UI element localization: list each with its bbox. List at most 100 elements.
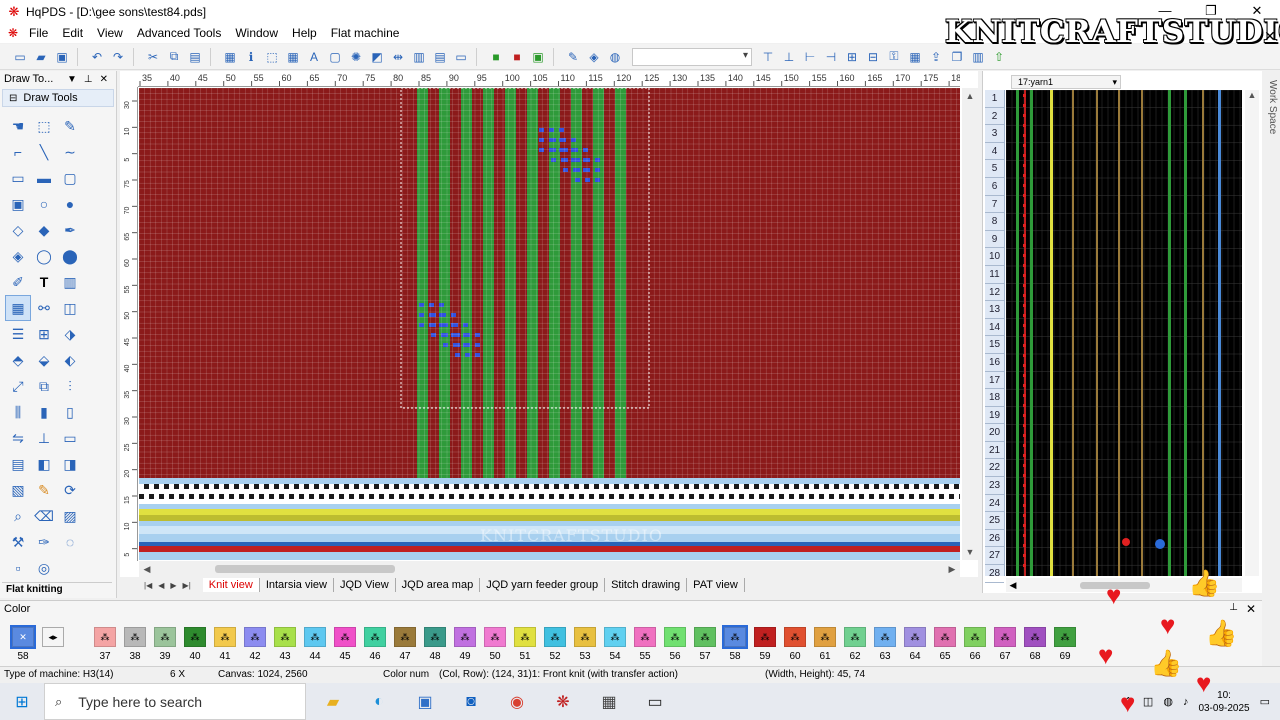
image-icon[interactable]: ▨ bbox=[57, 503, 83, 529]
color-chip[interactable]: ⁂ bbox=[994, 627, 1016, 647]
color-chip[interactable]: ⁂ bbox=[1054, 627, 1076, 647]
color-chip[interactable]: ⁂ bbox=[934, 627, 956, 647]
diamond-fill-icon[interactable]: ◆ bbox=[31, 217, 57, 243]
rows-icon[interactable]: ☰ bbox=[5, 321, 31, 347]
menu-file[interactable]: File bbox=[22, 23, 55, 43]
fill-icon[interactable]: ◈ bbox=[584, 47, 604, 67]
color-swatch[interactable]: ⁂ 69 bbox=[1050, 627, 1080, 667]
stamp3-icon[interactable]: ⬖ bbox=[57, 347, 83, 373]
color-swatch[interactable]: ⁂ 56 bbox=[660, 627, 690, 667]
picture-icon[interactable]: ▧ bbox=[5, 477, 31, 503]
grid-icon[interactable]: ▦ bbox=[220, 47, 240, 67]
color-swatch[interactable]: ⁂ 68 bbox=[1020, 627, 1050, 667]
distribute-icon[interactable]: ⊟ bbox=[863, 47, 883, 67]
scroll-left-icon[interactable]: ◀ bbox=[139, 564, 155, 575]
undo-icon[interactable]: ↶ bbox=[87, 47, 107, 67]
scroll-right-icon[interactable]: ▶ bbox=[944, 564, 960, 575]
columns-icon[interactable]: ▥ bbox=[57, 269, 83, 295]
stitch-grid[interactable] bbox=[139, 88, 960, 560]
scroll-down-icon[interactable]: ▼ bbox=[962, 544, 978, 560]
color-chip[interactable]: ⁂ bbox=[784, 627, 806, 647]
diamond-icon[interactable]: ◇ bbox=[5, 217, 31, 243]
panel-close-icon[interactable]: ✕ bbox=[100, 74, 108, 85]
stitch-grid-svg[interactable] bbox=[139, 88, 960, 560]
copy-icon[interactable]: ⧉ bbox=[164, 47, 184, 67]
select-rect-icon[interactable]: ⬚ bbox=[31, 113, 57, 139]
color-swatch[interactable]: ⁂ 48 bbox=[420, 627, 450, 667]
color-swatch[interactable]: ⁂ 62 bbox=[840, 627, 870, 667]
color-chip[interactable]: ⁂ bbox=[634, 627, 656, 647]
color-pick-icon[interactable]: ◩ bbox=[367, 47, 387, 67]
cycle-icon[interactable]: ⟳ bbox=[57, 477, 83, 503]
calculator-icon[interactable]: ▦ bbox=[586, 683, 632, 720]
color-chip[interactable]: ⁂ bbox=[544, 627, 566, 647]
language-icon[interactable]: ◍ bbox=[1163, 695, 1173, 708]
tab-jqd-yarn-feeder-group[interactable]: JQD yarn feeder group bbox=[480, 578, 606, 592]
panel2-icon[interactable]: ◧ bbox=[31, 451, 57, 477]
pen2-icon[interactable]: ✑ bbox=[31, 529, 57, 555]
grid-select-icon[interactable]: ▦ bbox=[283, 47, 303, 67]
volume-icon[interactable]: ♪ bbox=[1183, 696, 1189, 708]
collapse-icon[interactable]: ⊟ bbox=[9, 93, 17, 104]
tab-intarsia-view[interactable]: Intarsia view bbox=[260, 578, 334, 592]
align-center-icon[interactable]: ⊞ bbox=[842, 47, 862, 67]
gear-icon[interactable]: ✺ bbox=[346, 47, 366, 67]
yarn-vertical-scrollbar[interactable]: ▲ bbox=[1245, 90, 1259, 576]
color-chip[interactable]: ⁂ bbox=[244, 627, 266, 647]
align-bottom-icon[interactable]: ⊥ bbox=[779, 47, 799, 67]
panel3-icon[interactable]: ◨ bbox=[57, 451, 83, 477]
polyline-icon[interactable]: ⌐ bbox=[5, 139, 31, 165]
tab-pat-view[interactable]: PAT view bbox=[687, 578, 745, 592]
edge-icon[interactable]: ◐ bbox=[356, 683, 402, 720]
tab-jqd-view[interactable]: JQD View bbox=[334, 578, 396, 592]
color-swatch[interactable]: ⁂ 37 bbox=[90, 627, 120, 667]
color-chip[interactable]: ⁂ bbox=[1024, 627, 1046, 647]
target-icon[interactable]: ◎ bbox=[31, 555, 57, 581]
save-icon[interactable]: ▣ bbox=[52, 47, 72, 67]
canvas-vertical-scrollbar[interactable]: ▲ ▼ bbox=[962, 88, 978, 560]
draw-tools-group[interactable]: ⊟ Draw Tools bbox=[2, 89, 114, 107]
fill-shape-icon[interactable]: ◈ bbox=[5, 243, 31, 269]
store-icon[interactable]: ▣ bbox=[402, 683, 448, 720]
distribute-tool-icon[interactable]: ⫶ bbox=[57, 373, 83, 399]
color-chip[interactable]: ⁂ bbox=[394, 627, 416, 647]
color-swatch[interactable]: ⁂ 65 bbox=[930, 627, 960, 667]
redo-icon[interactable]: ↷ bbox=[108, 47, 128, 67]
mirror-icon[interactable]: ⇋ bbox=[5, 425, 31, 451]
export-icon[interactable]: ⇪ bbox=[926, 47, 946, 67]
menu-window[interactable]: Window bbox=[228, 23, 285, 43]
open-icon[interactable]: ▰ bbox=[31, 47, 51, 67]
color-chip[interactable]: ⁂ bbox=[184, 627, 206, 647]
lock-icon[interactable]: ⚿ bbox=[884, 47, 904, 67]
selected-color[interactable]: ✕ 58 bbox=[8, 625, 38, 667]
color-swatch[interactable]: ⁂ 46 bbox=[360, 627, 390, 667]
prev-tab-icon[interactable]: ◀ bbox=[158, 581, 164, 590]
bar-chart-icon[interactable]: ▮ bbox=[31, 399, 57, 425]
menu-edit[interactable]: Edit bbox=[55, 23, 90, 43]
select-icon[interactable]: ⬚ bbox=[262, 47, 282, 67]
round-rect-icon[interactable]: ▢ bbox=[57, 165, 83, 191]
scroll-thumb[interactable] bbox=[215, 565, 395, 573]
align-top-icon[interactable]: ⊤ bbox=[758, 47, 778, 67]
brush-icon[interactable]: ✐ bbox=[5, 269, 31, 295]
flat-knitting-group[interactable]: Flat knitting bbox=[2, 582, 112, 596]
brush2-icon[interactable]: ⚒ bbox=[5, 529, 31, 555]
pin-icon[interactable]: ⊥ bbox=[1229, 602, 1238, 613]
color-swatch[interactable]: ⁂ 66 bbox=[960, 627, 990, 667]
color-swatch[interactable]: ⁂ 41 bbox=[210, 627, 240, 667]
text-icon[interactable]: A bbox=[304, 47, 324, 67]
color-swatch[interactable]: ⁂ 63 bbox=[870, 627, 900, 667]
stamp2-icon[interactable]: ⬙ bbox=[31, 347, 57, 373]
last-tab-icon[interactable]: ▶| bbox=[183, 581, 191, 590]
color-chip[interactable]: ⁂ bbox=[454, 627, 476, 647]
color-chip[interactable]: ⁂ bbox=[304, 627, 326, 647]
color-swatch[interactable]: ⁂ 52 bbox=[540, 627, 570, 667]
color-swatch[interactable]: ⁂ 64 bbox=[900, 627, 930, 667]
color-chip[interactable]: ⁂ bbox=[514, 627, 536, 647]
color-chip[interactable]: ⁂ bbox=[94, 627, 116, 647]
color-chip[interactable]: ⁂ bbox=[722, 625, 748, 649]
terminal-icon[interactable]: ▭ bbox=[632, 683, 678, 720]
text-tool-icon[interactable]: T bbox=[31, 269, 57, 295]
color-swatch[interactable]: ⁂ 51 bbox=[510, 627, 540, 667]
taskbar-search[interactable]: ⌕ Type here to search bbox=[44, 683, 306, 720]
